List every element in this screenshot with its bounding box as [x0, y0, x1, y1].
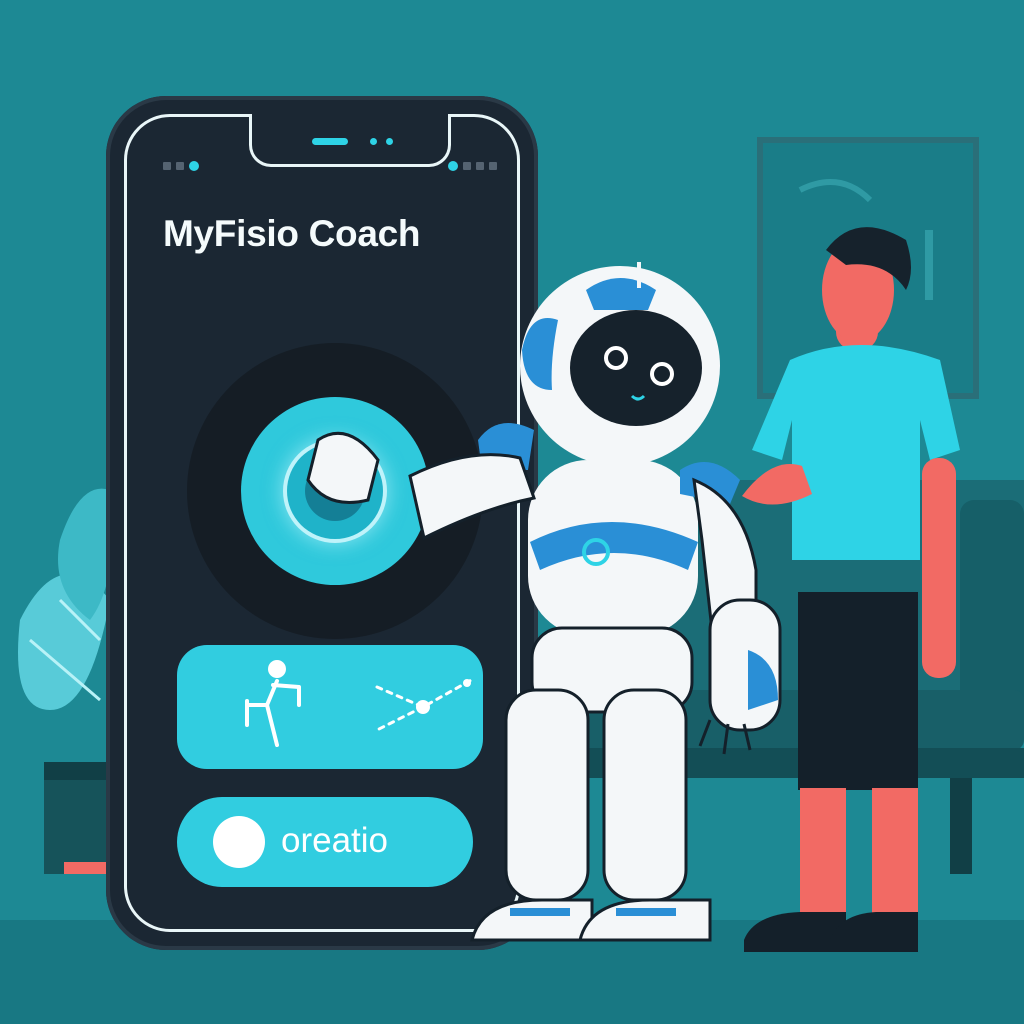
robot-figure	[306, 262, 782, 942]
characters	[306, 227, 960, 952]
illustration-scene: MyFisio Coach oreatio	[0, 0, 1024, 1024]
person-figure	[742, 227, 960, 952]
